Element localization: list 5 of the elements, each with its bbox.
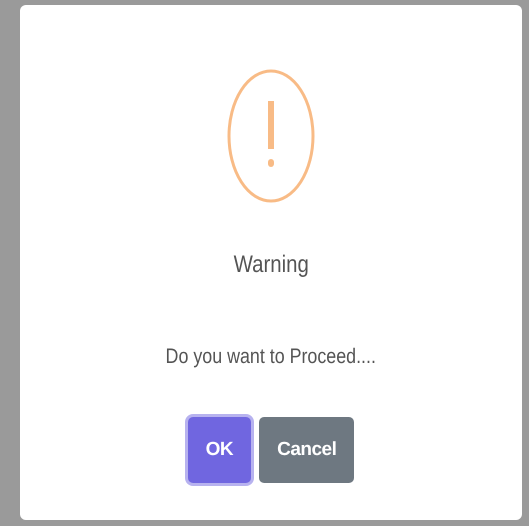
dialog-message: Do you want to Proceed.... (166, 345, 376, 369)
ok-button[interactable]: OK (188, 417, 252, 483)
warning-icon (227, 68, 315, 204)
dialog-title: Warning (233, 251, 309, 279)
cancel-button[interactable]: Cancel (259, 417, 354, 483)
